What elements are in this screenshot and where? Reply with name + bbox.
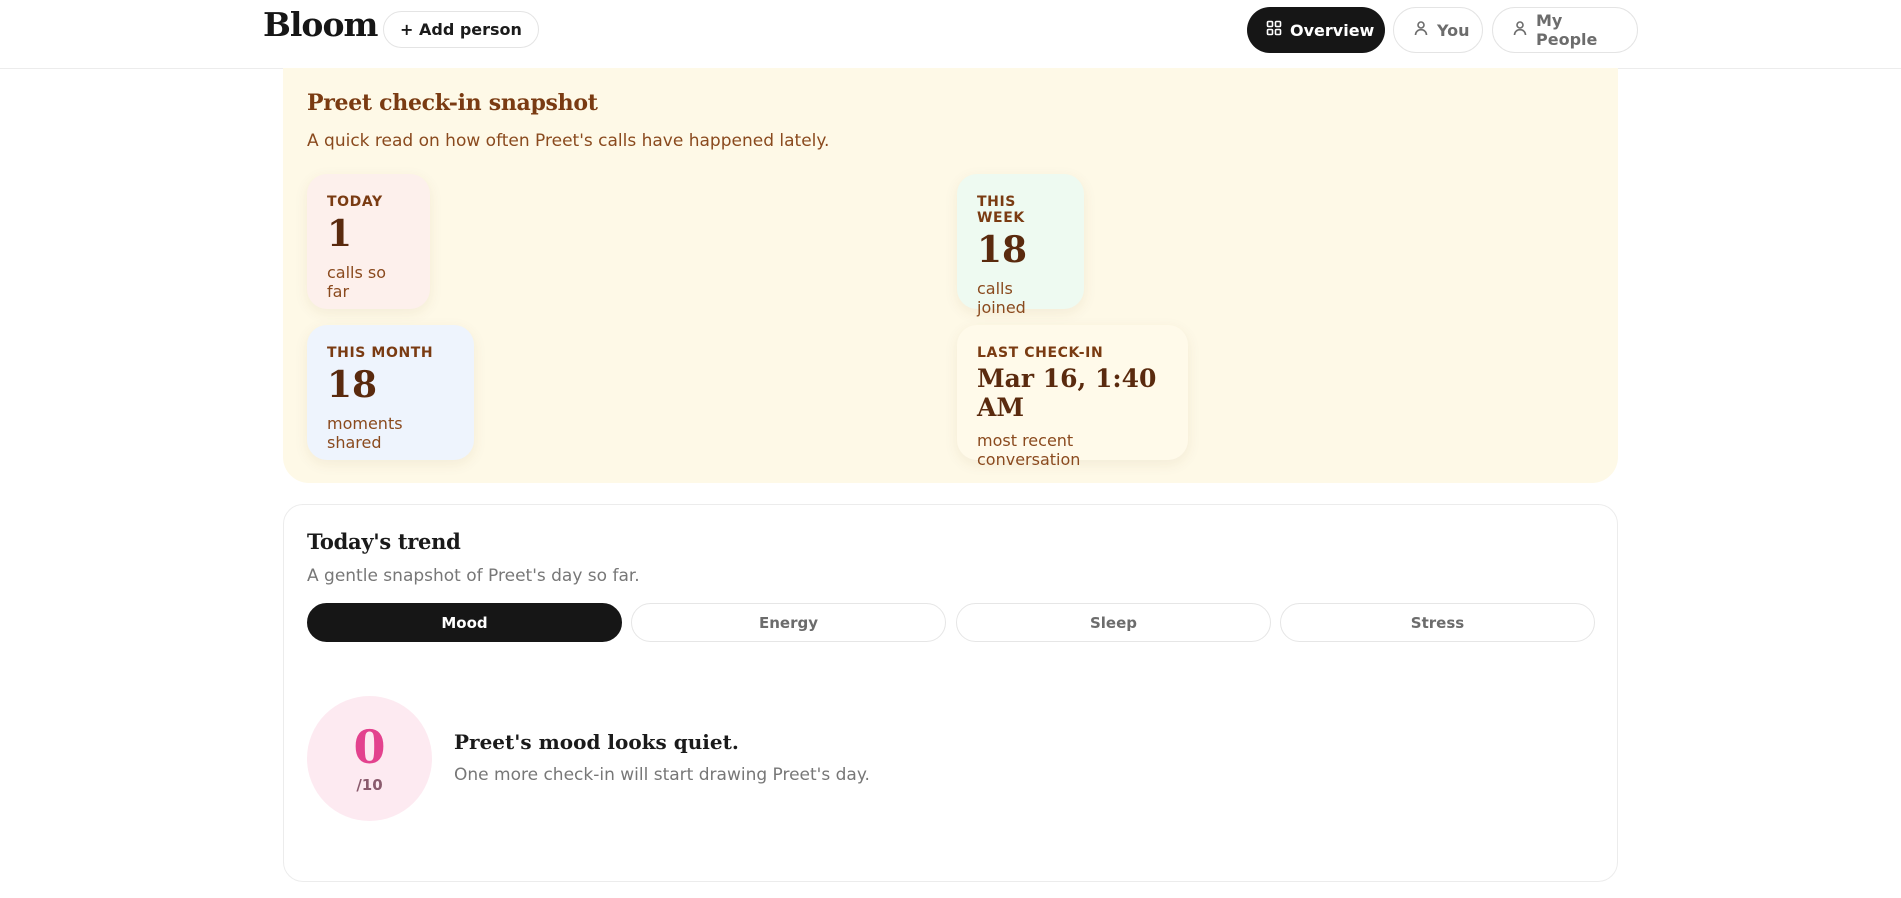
mood-score-scale: /10: [356, 775, 383, 794]
nav-overview-button[interactable]: Overview: [1247, 7, 1385, 53]
nav-my-people-button[interactable]: My People: [1492, 7, 1638, 53]
stat-card-this-month: THIS MONTH 18 moments shared: [307, 325, 474, 460]
stat-note: most recent conversation: [977, 430, 1081, 469]
snapshot-title: Preet check-in snapshot: [307, 90, 598, 116]
nav-you-label: You: [1437, 20, 1470, 40]
tab-energy[interactable]: Energy: [631, 603, 946, 642]
tab-sleep[interactable]: Sleep: [956, 603, 1271, 642]
nav-overview-label: Overview: [1290, 20, 1375, 40]
stat-value: 18: [977, 229, 1028, 271]
stat-note: calls joined: [977, 279, 1026, 318]
trend-title: Today's trend: [307, 529, 461, 554]
mood-score-value: 0: [353, 719, 386, 774]
stat-label: THIS WEEK: [977, 194, 1025, 226]
todays-trend-card: Today's trend A gentle snapshot of Preet…: [283, 504, 1618, 882]
trend-subtitle: A gentle snapshot of Preet's day so far.: [307, 566, 640, 586]
add-person-button[interactable]: + Add person: [383, 11, 539, 48]
person-icon: [1413, 20, 1429, 40]
nav-you-button[interactable]: You: [1393, 7, 1483, 53]
mood-message-subtitle: One more check-in will start drawing Pre…: [454, 765, 870, 785]
tab-mood[interactable]: Mood: [307, 603, 622, 642]
stat-value: 18: [327, 364, 378, 406]
stat-note: calls so far: [327, 263, 387, 302]
stat-card-last-checkin: LAST CHECK-IN Mar 16, 1:40 AM most recen…: [957, 325, 1188, 469]
stat-label: LAST CHECK-IN: [977, 345, 1104, 361]
stat-value: 1: [327, 213, 353, 255]
stat-note: moments shared: [327, 414, 403, 453]
app-logo[interactable]: Bloom: [263, 5, 378, 44]
stat-card-today: TODAY 1 calls so far: [307, 174, 430, 309]
nav-my-people-label: My People: [1536, 11, 1598, 49]
tab-stress[interactable]: Stress: [1280, 603, 1595, 642]
mood-score-circle: 0 /10: [307, 696, 432, 821]
snapshot-subtitle: A quick read on how often Preet's calls …: [307, 131, 830, 151]
stat-label: THIS MONTH: [327, 345, 434, 361]
grid-icon: [1266, 20, 1282, 40]
mood-message-title: Preet's mood looks quiet.: [454, 730, 739, 754]
checkin-snapshot-panel: Preet check-in snapshot A quick read on …: [283, 68, 1618, 483]
top-bar: Bloom + Add person Overview You My Peopl…: [0, 0, 1901, 69]
person-icon: [1512, 20, 1528, 40]
stat-value: Mar 16, 1:40 AM: [977, 364, 1157, 422]
stat-card-this-week: THIS WEEK 18 calls joined: [957, 174, 1084, 317]
stat-label: TODAY: [327, 194, 383, 210]
